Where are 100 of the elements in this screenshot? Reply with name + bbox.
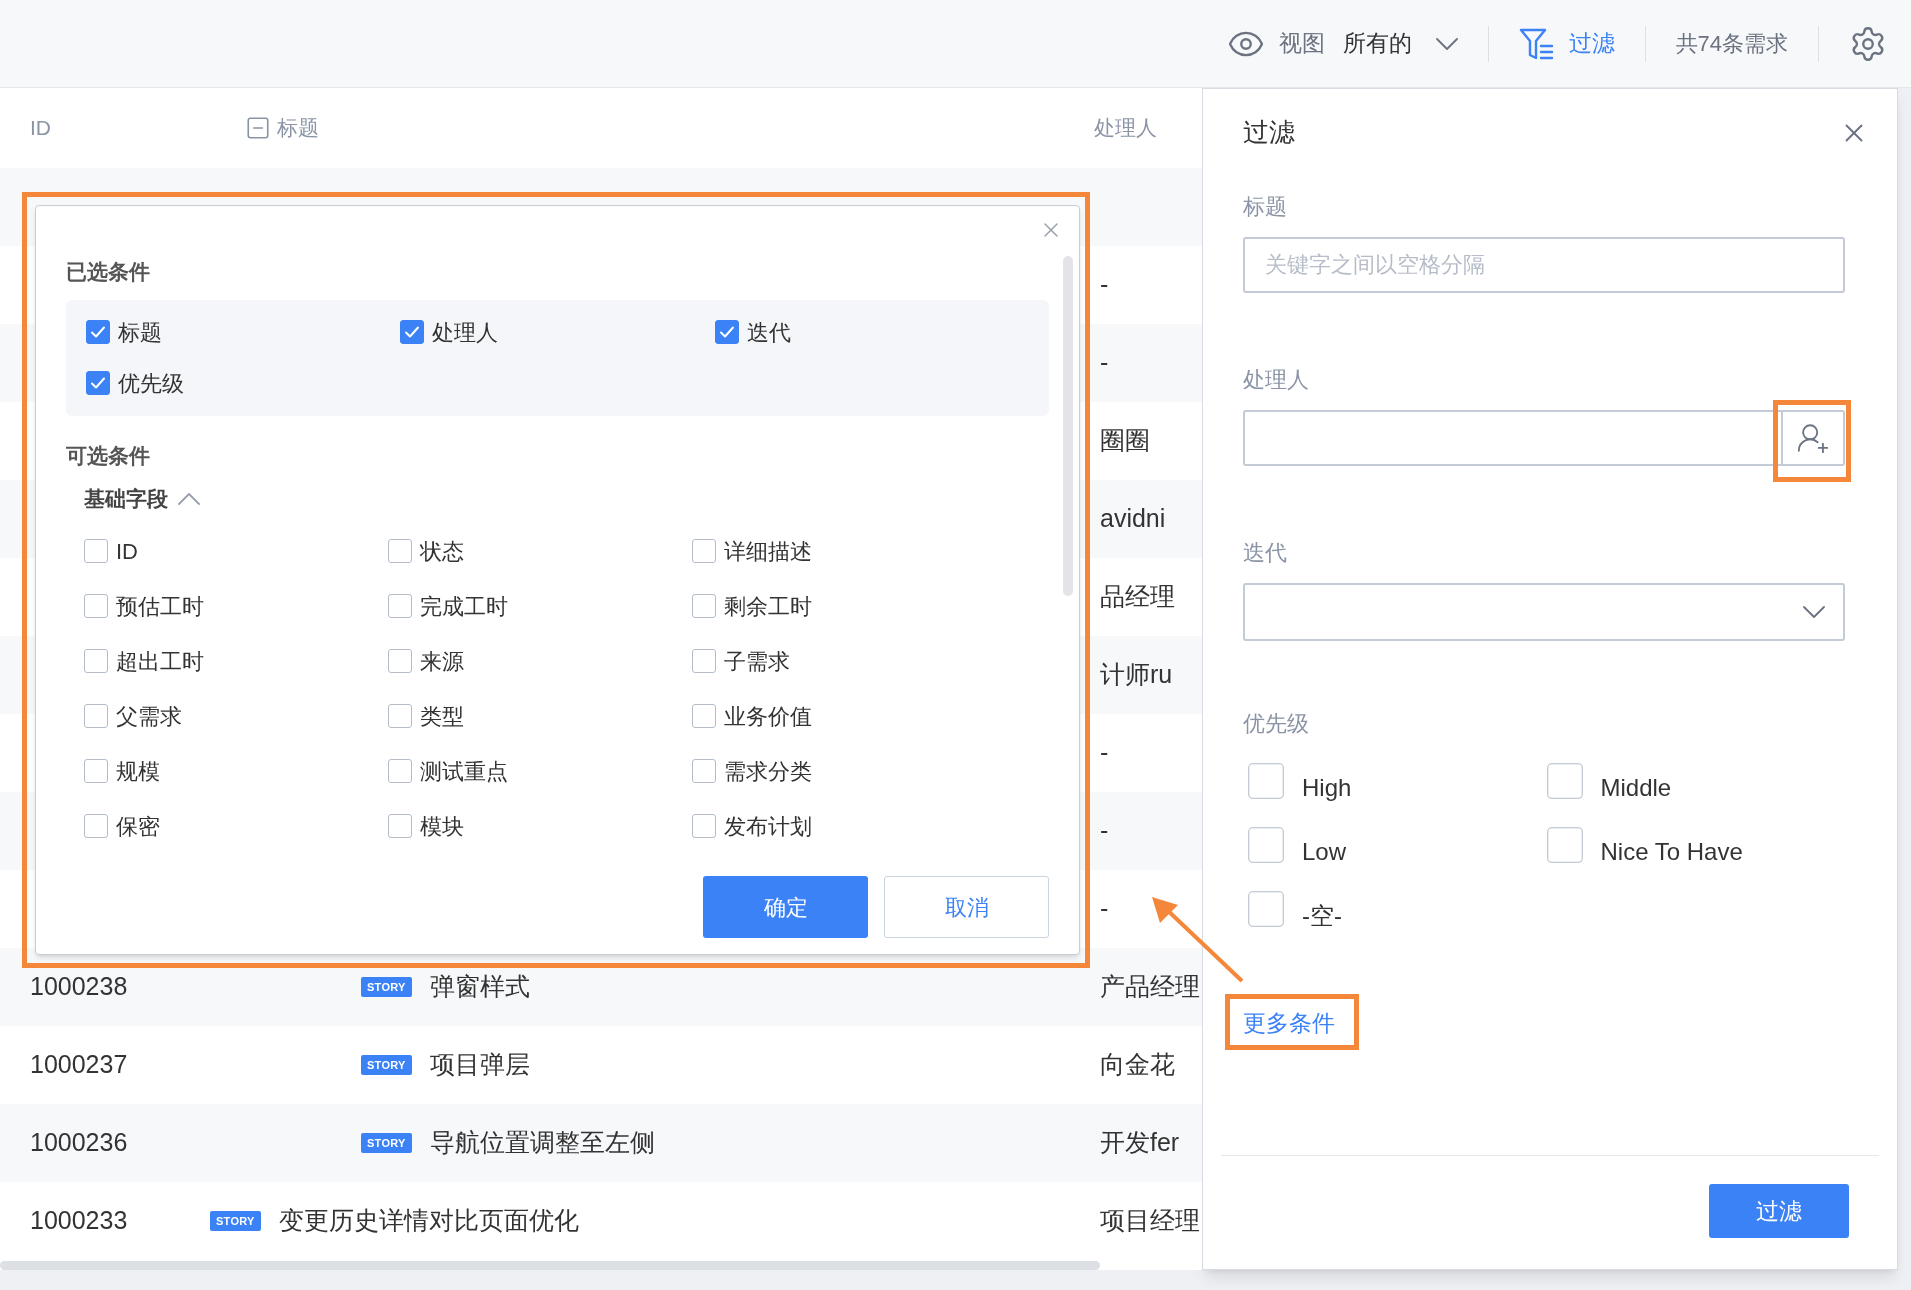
table-cell-text: 向金花	[1100, 1049, 1176, 1081]
priority-checkbox[interactable]: Low	[1248, 820, 1547, 870]
condition-checkbox[interactable]: 发布计划	[692, 809, 996, 843]
story-badge: STORY	[361, 1132, 412, 1154]
more-conditions-link[interactable]: 更多条件	[1243, 1006, 1335, 1041]
table-cell-text: 项目弹层	[429, 1049, 530, 1081]
condition-checkbox[interactable]: 父需求	[84, 699, 388, 733]
condition-checkbox[interactable]: 剩余工时	[692, 589, 996, 623]
checkbox[interactable]	[388, 594, 412, 618]
story-badge: STORY	[210, 1210, 261, 1232]
filter-icon	[1518, 26, 1555, 61]
panel-title: 过滤	[1243, 116, 1295, 149]
condition-checkbox[interactable]: 预估工时	[84, 589, 388, 623]
table-cell-text: avidni	[1100, 503, 1167, 535]
story-badge: STORY	[361, 1054, 412, 1076]
condition-checkbox[interactable]: 来源	[388, 644, 692, 678]
table-cell-text: -	[1100, 893, 1110, 925]
table-cell-text: -	[1100, 737, 1110, 769]
checkbox[interactable]	[1546, 763, 1583, 799]
condition-checkbox[interactable]: 超出工时	[84, 644, 388, 678]
checkbox[interactable]	[692, 759, 716, 783]
checkbox[interactable]	[400, 320, 425, 344]
condition-checkbox[interactable]: 迭代	[714, 315, 1029, 349]
table-cell-text: -	[1100, 347, 1110, 379]
condition-checkbox[interactable]: 需求分类	[692, 754, 996, 788]
field-label: 优先级	[1243, 710, 1310, 738]
title-field[interactable]: 关键字之间以空格分隔	[1243, 237, 1845, 293]
priority-checkbox[interactable]: Middle	[1546, 756, 1845, 806]
scrollbar[interactable]	[1063, 256, 1073, 596]
condition-checkbox[interactable]: 业务价值	[692, 699, 996, 733]
checkbox[interactable]	[84, 814, 108, 838]
checkbox[interactable]	[388, 539, 412, 563]
checkbox[interactable]	[388, 704, 412, 728]
table-cell-text: 导航位置调整至左侧	[429, 1127, 655, 1159]
table-cell-text: 开发fer	[1100, 1127, 1181, 1159]
table-cell-text: 项目经理	[1100, 1205, 1201, 1237]
condition-checkbox[interactable]: 完成工时	[388, 589, 692, 623]
field-label: 处理人	[1243, 366, 1310, 394]
table-cell-text: 变更历史详情对比页面优化	[278, 1205, 579, 1237]
checkbox[interactable]	[84, 649, 108, 673]
condition-checkbox[interactable]: 详细描述	[692, 534, 996, 568]
checkbox[interactable]	[86, 371, 110, 395]
checkbox[interactable]	[692, 649, 716, 673]
chevron-up-icon	[178, 492, 200, 505]
table-cell-text: 产品经理	[1100, 971, 1201, 1003]
confirm-button[interactable]: 确定	[703, 876, 868, 938]
column-header: ID	[30, 115, 52, 142]
group-toggle[interactable]: 基础字段	[84, 483, 200, 515]
priority-checkbox[interactable]: -空-	[1248, 884, 1547, 934]
horizontal-scrollbar[interactable]	[0, 1261, 1100, 1270]
condition-checkbox[interactable]: 处理人	[400, 315, 715, 349]
condition-checkbox[interactable]: 标题	[86, 315, 401, 349]
checkbox[interactable]	[84, 539, 108, 563]
condition-checkbox[interactable]: ID	[84, 534, 388, 568]
checkbox[interactable]	[1248, 827, 1284, 863]
table-cell-text: 弹窗样式	[429, 971, 530, 1003]
checkbox[interactable]	[86, 320, 110, 344]
condition-checkbox[interactable]: 保密	[84, 809, 388, 843]
add-user-icon	[1796, 421, 1830, 455]
checkbox[interactable]	[388, 759, 412, 783]
table-cell-text: 品经理	[1100, 581, 1176, 613]
condition-checkbox[interactable]: 状态	[388, 534, 692, 568]
condition-checkbox[interactable]: 模块	[388, 809, 692, 843]
checkbox[interactable]	[1248, 891, 1284, 927]
priority-checkbox[interactable]: Nice To Have	[1546, 820, 1845, 870]
iteration-select[interactable]	[1243, 583, 1845, 641]
assignee-field[interactable]	[1243, 410, 1781, 466]
checkbox[interactable]	[692, 539, 716, 563]
add-user-button[interactable]	[1781, 410, 1845, 466]
requirement-count: 共74条需求	[1675, 30, 1788, 58]
checkbox[interactable]	[1248, 763, 1284, 799]
condition-checkbox[interactable]: 优先级	[86, 366, 401, 400]
checkbox[interactable]	[692, 814, 716, 838]
checkbox[interactable]	[84, 594, 108, 618]
cancel-button[interactable]: 取消	[884, 876, 1049, 938]
checkbox[interactable]	[692, 704, 716, 728]
condition-checkbox[interactable]: 类型	[388, 699, 692, 733]
view-dropdown[interactable]: 所有的	[1342, 26, 1458, 61]
checkbox[interactable]	[84, 704, 108, 728]
checkbox[interactable]	[84, 759, 108, 783]
checkbox[interactable]	[388, 649, 412, 673]
table-cell-text: 圈圈	[1100, 425, 1151, 457]
condition-checkbox[interactable]: 测试重点	[388, 754, 692, 788]
section-title: 可选条件	[66, 442, 151, 469]
field-label: 标题	[1243, 193, 1288, 221]
priority-checkbox[interactable]: High	[1248, 756, 1547, 806]
collapse-icon[interactable]	[245, 115, 271, 141]
table-row[interactable]: 1000236 STORY 导航位置调整至左侧 开发fer	[0, 1104, 1202, 1182]
condition-checkbox[interactable]: 子需求	[692, 644, 996, 678]
chevron-down-icon	[1435, 37, 1458, 50]
condition-checkbox[interactable]: 规模	[84, 754, 388, 788]
column-header: 处理人	[1094, 115, 1157, 142]
filter-button[interactable]: 过滤	[1518, 26, 1615, 61]
checkbox[interactable]	[692, 594, 716, 618]
checkbox[interactable]	[1546, 827, 1583, 863]
checkbox[interactable]	[714, 320, 739, 344]
filter-submit-button[interactable]: 过滤	[1709, 1184, 1849, 1238]
checkbox[interactable]	[388, 814, 412, 838]
table-cell: 1000236	[30, 1128, 128, 1157]
section-title: 已选条件	[66, 259, 151, 285]
